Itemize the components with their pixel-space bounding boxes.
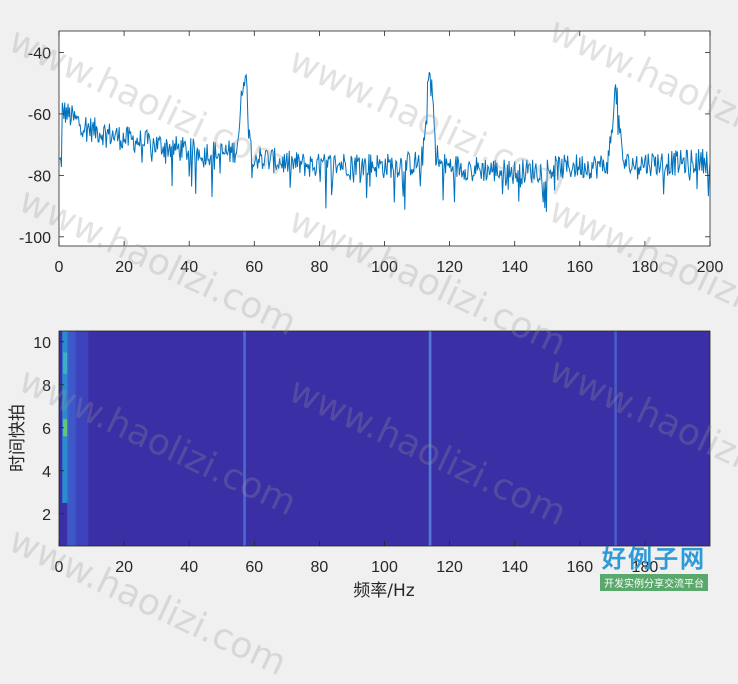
y-tick-label: -100 [19, 230, 51, 247]
x-tick-label: 160 [566, 259, 593, 276]
x-axis-label: 频率/Hz [353, 581, 415, 601]
site-logo: 好例子网 开发实例分享交流平台 [600, 539, 708, 591]
x-tick-label: 80 [311, 559, 329, 576]
x-tick-label: 120 [436, 559, 463, 576]
x-tick-label: 100 [371, 559, 398, 576]
x-tick-label: 40 [180, 259, 198, 276]
x-tick-label: 100 [371, 259, 398, 276]
heatmap-cell [614, 331, 617, 546]
x-tick-label: 140 [501, 559, 528, 576]
x-tick-label: 60 [245, 559, 263, 576]
y-tick-label: 10 [33, 335, 51, 352]
x-tick-label: 180 [632, 259, 659, 276]
heatmap-cell [428, 331, 432, 546]
heatmap-cell [75, 331, 89, 546]
x-tick-label: 160 [566, 559, 593, 576]
x-tick-label: 20 [115, 259, 133, 276]
x-tick-label: 80 [311, 259, 329, 276]
y-axis-label: 时间快拍 [8, 404, 28, 472]
x-tick-label: 140 [501, 259, 528, 276]
y-tick-label: -60 [28, 107, 51, 124]
y-tick-label: 4 [42, 464, 51, 481]
y-tick-label: -40 [28, 46, 51, 63]
x-tick-label: 0 [55, 259, 64, 276]
x-tick-label: 60 [245, 259, 263, 276]
figure-canvas: 0 20 40 60 80 100 120 140 160 180 200 -40-60-80-10… [8, 30, 724, 601]
x-tick-label: 20 [115, 559, 133, 576]
x-tick-label: 0 [55, 559, 64, 576]
x-tick-label: 40 [180, 559, 198, 576]
logo-title: 好例子网 [602, 545, 706, 573]
y-tick-label: -80 [28, 168, 51, 185]
spectrogram-axes [59, 331, 710, 546]
y-tick-label: 8 [42, 378, 51, 395]
heatmap-cell [243, 331, 246, 546]
x-tick-label: 120 [436, 259, 463, 276]
y-tick-label: 6 [42, 421, 51, 438]
logo-subtitle: 开发实例分享交流平台 [600, 574, 708, 591]
x-tick-label: 200 [697, 259, 724, 276]
y-tick-label: 2 [42, 507, 51, 524]
